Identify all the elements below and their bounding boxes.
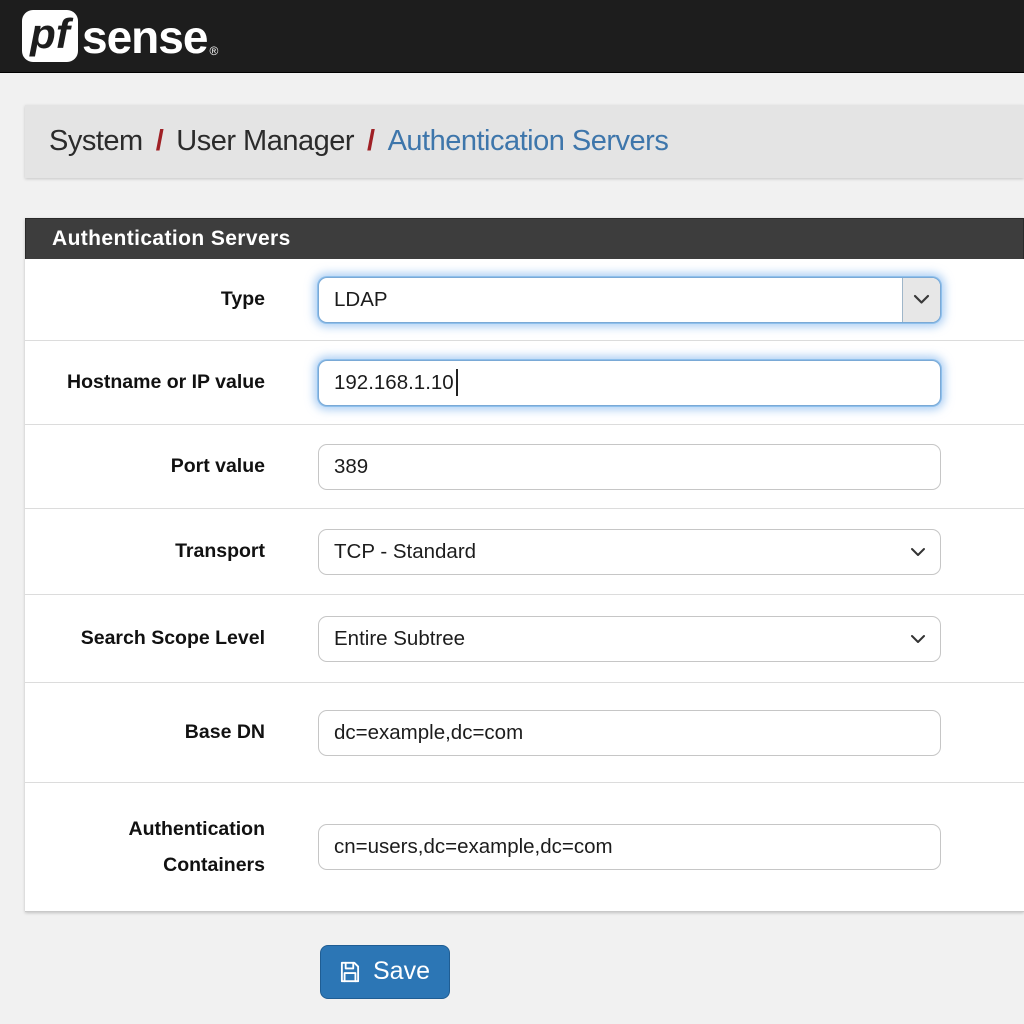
type-select-dropdown-button[interactable] [902,278,940,322]
form-row-port: Port value 389 [25,425,1024,509]
breadcrumb-link-system[interactable]: System [49,125,143,158]
port-label: Port value [25,448,265,484]
breadcrumb: System / User Manager / Authentication S… [25,105,1024,178]
authentication-servers-panel: Authentication Servers Type LDAP Hostnam… [25,218,1024,912]
authentication-containers-input-value: cn=users,dc=example,dc=com [334,835,613,859]
registered-trademark-symbol: ® [209,44,218,62]
transport-select[interactable]: TCP - Standard [318,529,941,575]
base-dn-control: dc=example,dc=com [318,710,941,756]
breadcrumb-link-authentication-servers[interactable]: Authentication Servers [388,125,669,158]
panel-title: Authentication Servers [25,218,1024,259]
authentication-containers-label: Authentication Containers [25,811,265,883]
port-input[interactable]: 389 [318,444,941,490]
hostname-input[interactable]: 192.168.1.10 [318,360,941,406]
pfsense-logo-pf-box: pf [22,10,78,62]
chevron-down-icon [913,294,930,305]
form-actions: Save [320,945,1024,999]
panel-title-text: Authentication Servers [52,227,291,251]
search-scope-control: Entire Subtree [318,616,941,662]
save-icon [337,959,363,985]
base-dn-input[interactable]: dc=example,dc=com [318,710,941,756]
transport-select-value: TCP - Standard [334,540,910,564]
hostname-control: 192.168.1.10 [318,360,941,406]
port-control: 389 [318,444,941,490]
chevron-down-icon [910,634,926,644]
base-dn-input-value: dc=example,dc=com [334,721,523,745]
form-row-search-scope: Search Scope Level Entire Subtree [25,595,1024,683]
chevron-down-icon [910,547,926,557]
hostname-input-value: 192.168.1.10 [334,371,454,395]
authentication-containers-input[interactable]: cn=users,dc=example,dc=com [318,824,941,870]
pfsense-logo-pf-text: pf [30,10,70,58]
panel-body: Type LDAP Hostname or IP value 192.168.1… [25,259,1024,912]
save-button[interactable]: Save [320,945,450,999]
transport-control: TCP - Standard [318,529,941,575]
form-row-authentication-containers: Authentication Containers cn=users,dc=ex… [25,783,1024,911]
authentication-containers-control: cn=users,dc=example,dc=com [318,824,941,870]
form-row-transport: Transport TCP - Standard [25,509,1024,595]
search-scope-label: Search Scope Level [25,620,265,656]
search-scope-select[interactable]: Entire Subtree [318,616,941,662]
top-navbar: pf sense ® [0,0,1024,73]
breadcrumb-link-user-manager[interactable]: User Manager [176,125,354,158]
port-input-value: 389 [334,455,368,479]
breadcrumb-separator: / [367,125,375,158]
pfsense-logo[interactable]: pf sense ® [22,10,218,62]
type-select[interactable]: LDAP [318,277,941,323]
breadcrumb-separator: / [156,125,164,158]
form-row-type: Type LDAP [25,259,1024,341]
save-button-label: Save [373,957,430,986]
form-row-hostname: Hostname or IP value 192.168.1.10 [25,341,1024,425]
form-row-base-dn: Base DN dc=example,dc=com [25,683,1024,783]
hostname-label: Hostname or IP value [25,364,265,400]
type-select-value: LDAP [334,288,902,312]
text-cursor [456,369,458,396]
type-control: LDAP [318,277,941,323]
base-dn-label: Base DN [25,714,265,750]
transport-label: Transport [25,533,265,569]
pfsense-logo-sense-text: sense [82,14,207,62]
type-label: Type [25,281,265,317]
search-scope-select-value: Entire Subtree [334,627,910,651]
